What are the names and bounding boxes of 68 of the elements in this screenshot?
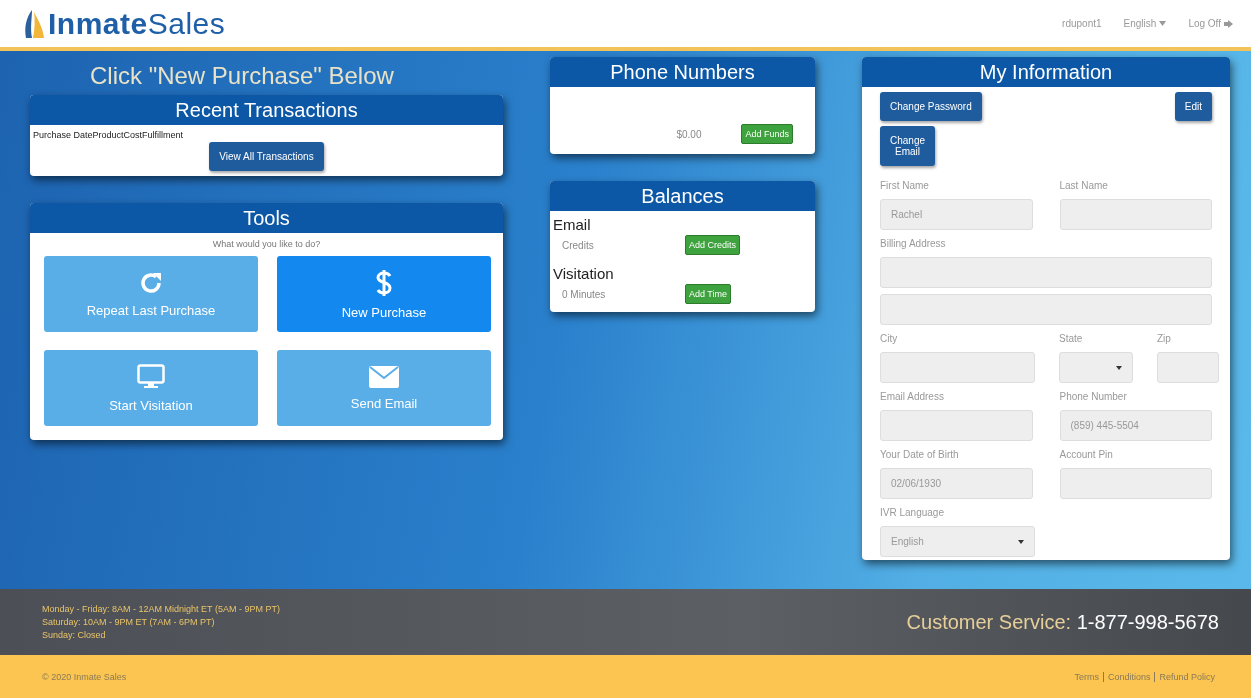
caret-icon (1159, 21, 1167, 26)
action-tile[interactable]: Send Email (277, 350, 491, 426)
action-tile[interactable]: New Purchase (277, 256, 491, 332)
balance-heading: Visitation (552, 264, 615, 284)
instruction-heading: Click "New Purchase" Below (90, 62, 395, 91)
field-label: First Name (880, 179, 930, 193)
refresh-icon (139, 270, 163, 295)
copyright-text: © 2020 Inmate Sales (42, 671, 127, 682)
balance-amount: 0 Minutes (562, 288, 607, 300)
input-field[interactable] (880, 352, 1035, 383)
hours-text: Sunday: Closed (42, 628, 107, 642)
info-button[interactable]: Change Password (880, 92, 982, 121)
field-label: Zip (1157, 332, 1172, 346)
logout-icon (1224, 19, 1233, 28)
customer-service-label: Customer Service: (906, 610, 1072, 633)
panel-title: Balances (550, 181, 815, 211)
panel-title: My Information (862, 57, 1230, 87)
add-button[interactable]: Add Time (685, 284, 732, 304)
action-tile[interactable]: Start Visitation (44, 350, 258, 426)
envelope-icon (369, 365, 399, 388)
field-label: Billing Address (880, 237, 947, 251)
info-button[interactable]: Edit (1174, 92, 1212, 121)
view-all-transactions-button[interactable]: View All Transactions (209, 142, 324, 171)
username-text: rdupont1 (1062, 18, 1102, 29)
field-label: City (880, 332, 899, 346)
panel-title: Phone Numbers (550, 57, 815, 87)
input-field[interactable]: (859) 445-5504 (1059, 410, 1212, 441)
input-field[interactable] (1059, 199, 1212, 230)
input-field[interactable] (1059, 468, 1212, 499)
field-label: Last Name (1059, 179, 1109, 193)
input-field[interactable]: 02/06/1930 (880, 468, 1033, 499)
action-tile[interactable]: Repeat Last Purchase (44, 256, 258, 332)
panel-title: Recent Transactions (30, 95, 503, 125)
select-field[interactable] (1059, 352, 1133, 383)
dollar-icon (375, 268, 393, 297)
monitor-icon (137, 363, 165, 390)
tools-prompt: What would you like to do? (211, 238, 322, 251)
footer-link[interactable]: Terms (1070, 671, 1103, 682)
balance-heading: Email (552, 215, 592, 235)
logo-text: InmateSales (48, 6, 226, 41)
field-label: State (1059, 332, 1084, 346)
hours-text: Monday - Friday: 8AM - 12AM Midnight ET (5AM - 9PM PT) (42, 602, 280, 616)
table-header-row-text: Purchase DateProductCostFulfillment (32, 129, 185, 140)
field-label: Email Address (880, 390, 945, 404)
select-field[interactable]: English (880, 526, 1035, 557)
input-field[interactable] (880, 410, 1033, 441)
language-dropdown[interactable]: English (1123, 18, 1167, 29)
field-label: Your Date of Birth (880, 448, 960, 462)
customer-service-phone: 1-877-998-5678 (1076, 610, 1219, 633)
input-field[interactable] (880, 294, 1212, 325)
add-button[interactable]: Add Credits (685, 235, 741, 255)
balance-amount: Credits (562, 239, 595, 251)
footer-link[interactable]: Conditions (1102, 671, 1155, 682)
input-field[interactable] (1157, 352, 1219, 383)
field-label: Account Pin (1059, 448, 1114, 462)
field-label: Phone Number (1059, 390, 1128, 404)
panel-title: Tools (30, 203, 503, 233)
log-off-link[interactable]: Log Off (1188, 18, 1233, 29)
balance-amount: $0.00 (676, 128, 702, 140)
caret-icon (1116, 365, 1122, 370)
hours-text: Saturday: 10AM - 9PM ET (7AM - 6PM PT) (42, 615, 216, 629)
input-field[interactable]: Rachel (880, 199, 1033, 230)
info-button[interactable]: Change Email (880, 126, 936, 166)
footer-link[interactable]: Refund Policy (1154, 671, 1219, 682)
field-label: IVR Language (880, 506, 945, 520)
input-field[interactable] (880, 257, 1212, 288)
add-funds-button[interactable]: Add Funds (741, 124, 793, 144)
caret-icon (1018, 539, 1024, 544)
